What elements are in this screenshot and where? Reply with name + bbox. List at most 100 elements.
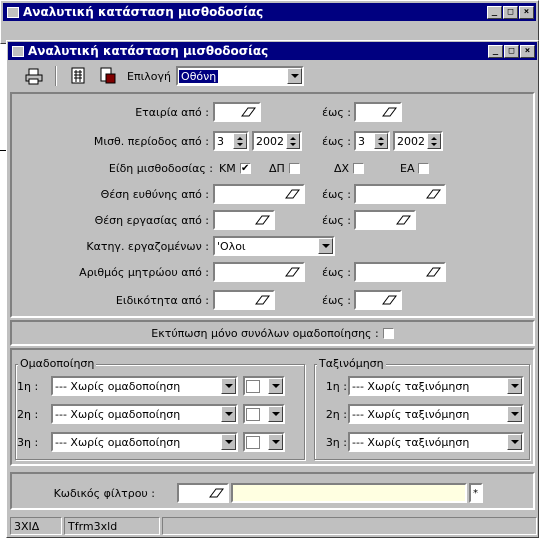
format-icon: [246, 379, 260, 393]
payroll-type-dx[interactable]: ΔΧ: [334, 162, 365, 175]
calculator-icon[interactable]: [69, 67, 87, 85]
dropdown-button[interactable]: [268, 406, 283, 422]
reg-number-to-field[interactable]: [354, 262, 446, 282]
close-button[interactable]: ×: [520, 44, 535, 58]
dropdown-button[interactable]: [268, 378, 283, 394]
period-from-month[interactable]: 3: [213, 131, 249, 151]
main-window: Αναλυτική κατάσταση μισθοδοσίας _ □ × Επ…: [6, 40, 539, 538]
company-from-field[interactable]: [213, 102, 261, 122]
chevron-down-icon: [224, 384, 233, 388]
type-label: ΚΜ: [219, 162, 236, 175]
eraser-icon[interactable]: [208, 487, 224, 499]
dropdown-button[interactable]: [287, 68, 303, 84]
filter-code-field[interactable]: [177, 483, 229, 503]
export-icon[interactable]: [99, 67, 117, 85]
eraser-icon[interactable]: [381, 106, 397, 118]
reg-number-from-field[interactable]: [213, 262, 305, 282]
maximize-button[interactable]: □: [504, 44, 519, 58]
workplace-to-field[interactable]: [354, 210, 416, 230]
totals-only-checkbox[interactable]: [382, 327, 394, 339]
status-panel-2: Tfrm3xld: [64, 517, 160, 535]
workplace-from-field[interactable]: [213, 210, 275, 230]
dropdown-button[interactable]: [318, 238, 333, 254]
spin-up-icon: [378, 136, 384, 140]
period-to-year[interactable]: 2002: [393, 131, 443, 151]
sorting-1-label: 1η :: [325, 380, 347, 393]
grouping-2-format[interactable]: [243, 404, 285, 424]
spin-button[interactable]: [374, 133, 388, 149]
print-icon[interactable]: [25, 67, 43, 85]
output-select[interactable]: Οθόνη: [176, 66, 305, 86]
sorting-3-select[interactable]: --- Χωρίς ταξινόμηση: [348, 432, 524, 452]
filter-star-button[interactable]: *: [469, 483, 483, 503]
dropdown-button[interactable]: [221, 406, 236, 422]
dropdown-button[interactable]: [268, 434, 283, 450]
eraser-icon[interactable]: [254, 294, 270, 306]
checkbox[interactable]: [288, 163, 300, 174]
period-to-month[interactable]: 3: [354, 131, 390, 151]
eraser-icon[interactable]: [395, 214, 411, 226]
toolbar: Επιλογή Οθόνη: [9, 62, 536, 90]
payroll-type-km[interactable]: ΚΜ ✔: [219, 162, 251, 175]
sorting-1-select[interactable]: --- Χωρίς ταξινόμηση: [348, 376, 524, 396]
specialty-from-field[interactable]: [213, 290, 275, 310]
eraser-icon[interactable]: [254, 214, 270, 226]
dropdown-button[interactable]: [507, 434, 522, 450]
type-label: ΕΑ: [400, 162, 415, 175]
chevron-down-icon: [271, 412, 280, 416]
status-bar: 3XIΔ Tfrm3xld: [9, 515, 538, 537]
eraser-icon[interactable]: [240, 106, 256, 118]
sorting-title: Ταξινόμηση: [317, 357, 386, 370]
eraser-icon[interactable]: [425, 266, 441, 278]
chevron-down-icon: [510, 440, 519, 444]
grouping-2-label: 2η :: [17, 408, 39, 421]
period-to-year-value: 2002: [397, 134, 425, 148]
format-icon: [246, 435, 260, 449]
dropdown-button[interactable]: [507, 406, 522, 422]
minimize-button[interactable]: _: [488, 44, 503, 58]
grouping-3-select[interactable]: --- Χωρίς ομαδοποίηση: [51, 432, 238, 452]
position-to-field[interactable]: [354, 184, 446, 204]
period-from-year[interactable]: 2002: [252, 131, 302, 151]
grouping-2-select[interactable]: --- Χωρίς ομαδοποίηση: [51, 404, 238, 424]
period-from-month-value: 3: [217, 134, 224, 148]
reg-number-to-label: έως :: [322, 266, 351, 279]
specialty-to-label: έως :: [322, 294, 351, 307]
criteria-panel: [10, 92, 535, 318]
spin-down-icon: [290, 142, 296, 146]
dropdown-button[interactable]: [507, 378, 522, 394]
checkbox-checked[interactable]: ✔: [239, 163, 251, 174]
grouping-3-format[interactable]: [243, 432, 285, 452]
grouping-1-format[interactable]: [243, 376, 285, 396]
chevron-down-icon: [271, 440, 280, 444]
output-value: Οθόνη: [179, 69, 219, 83]
sorting-2-value: --- Χωρίς ταξινόμηση: [352, 407, 470, 421]
checkbox[interactable]: [353, 163, 365, 174]
filter-description-field[interactable]: [231, 483, 467, 503]
dropdown-button[interactable]: [221, 434, 236, 450]
payroll-type-ea[interactable]: ΕΑ: [400, 162, 430, 175]
spin-button[interactable]: [427, 133, 441, 149]
spin-button[interactable]: [233, 133, 247, 149]
specialty-to-field[interactable]: [354, 290, 402, 310]
reg-number-from-label: Αριθμός μητρώου από :: [79, 266, 209, 279]
eraser-icon[interactable]: [425, 188, 441, 200]
chevron-down-icon: [510, 384, 519, 388]
type-label: ΔΧ: [334, 162, 350, 175]
position-from-label: Θέση ευθύνης από :: [100, 188, 209, 201]
checkbox[interactable]: [418, 163, 430, 174]
spin-down-icon: [378, 142, 384, 146]
maximize-button[interactable]: □: [503, 5, 518, 19]
company-from-label: Εταιρία από :: [135, 106, 209, 119]
company-to-field[interactable]: [354, 102, 402, 122]
dropdown-button[interactable]: [221, 378, 236, 394]
grouping-3-label: 3η :: [17, 436, 39, 449]
eraser-icon[interactable]: [381, 294, 397, 306]
minimize-button[interactable]: _: [487, 5, 502, 19]
grouping-1-select[interactable]: --- Χωρίς ομαδοποίηση: [51, 376, 238, 396]
close-button[interactable]: ×: [519, 5, 534, 19]
payroll-type-dp[interactable]: ΔΠ: [269, 162, 300, 175]
sorting-2-select[interactable]: --- Χωρίς ταξινόμηση: [348, 404, 524, 424]
employee-category-select[interactable]: 'Ολοι: [213, 236, 335, 256]
position-from-field[interactable]: [213, 184, 305, 204]
